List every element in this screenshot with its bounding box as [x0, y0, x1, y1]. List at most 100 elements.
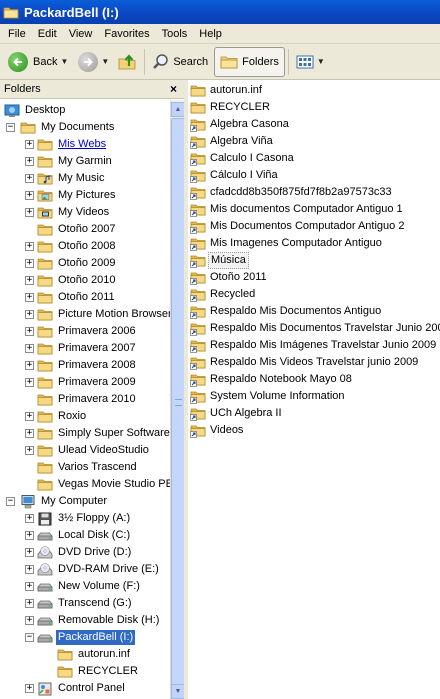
tree-item[interactable]: Otoño 2009 — [37, 255, 118, 272]
file-list-item[interactable]: Respaldo Mis Imágenes Travelstar Junio 2… — [190, 337, 438, 354]
expand-icon[interactable]: + — [25, 310, 34, 319]
expand-icon[interactable]: + — [25, 259, 34, 268]
expand-icon[interactable]: + — [25, 514, 34, 523]
tree-item[interactable]: My Documents — [20, 119, 116, 136]
back-button[interactable]: Back ▼ — [4, 47, 72, 77]
views-dropdown-icon[interactable]: ▼ — [317, 57, 325, 66]
file-list-item[interactable]: Mis Documentos Computador Antiguo 2 — [190, 218, 406, 235]
expand-icon[interactable]: + — [25, 616, 34, 625]
tree-item[interactable]: Otoño 2007 — [37, 221, 118, 238]
expand-icon[interactable]: + — [25, 565, 34, 574]
menu-file[interactable]: File — [0, 24, 32, 44]
tree-item[interactable]: My Pictures — [37, 187, 117, 204]
tree-item[interactable]: PackardBell (I:) — [37, 629, 136, 646]
forward-button[interactable]: ▼ — [74, 47, 113, 77]
collapse-icon[interactable]: − — [6, 123, 15, 132]
file-list-item[interactable]: Algebra Casona — [190, 116, 291, 133]
menu-favorites[interactable]: Favorites — [98, 24, 155, 44]
tree-item[interactable]: Primavera 2008 — [37, 357, 138, 374]
tree-item[interactable]: Primavera 2007 — [37, 340, 138, 357]
tree-item[interactable]: Primavera 2006 — [37, 323, 138, 340]
folders-button[interactable]: Folders — [214, 46, 285, 77]
views-button[interactable]: ▼ — [292, 47, 329, 77]
file-list-item[interactable]: Mis documentos Computador Antiguo 1 — [190, 201, 405, 218]
file-list-item[interactable]: Videos — [190, 422, 245, 439]
expand-icon[interactable]: + — [25, 140, 34, 149]
tree-item[interactable]: Otoño 2008 — [37, 238, 118, 255]
expand-icon[interactable]: + — [25, 174, 34, 183]
collapse-icon[interactable]: − — [6, 497, 15, 506]
up-folder-button[interactable] — [113, 47, 141, 77]
file-list-item[interactable]: Cálculo I Viña — [190, 167, 280, 184]
tree-item[interactable]: Otoño 2010 — [37, 272, 118, 289]
expand-icon[interactable]: + — [25, 429, 34, 438]
search-button[interactable]: Search — [148, 47, 212, 77]
tree-item[interactable]: My Videos — [37, 204, 111, 221]
close-icon[interactable]: × — [169, 82, 178, 96]
expand-icon[interactable]: + — [25, 344, 34, 353]
expand-icon[interactable]: + — [25, 293, 34, 302]
tree-item[interactable]: Primavera 2010 — [37, 391, 138, 408]
tree-item[interactable]: Roxio — [37, 408, 88, 425]
tree-item[interactable]: New Volume (F:) — [37, 578, 142, 595]
file-list-item[interactable]: autorun.inf — [190, 82, 264, 99]
expand-icon[interactable]: + — [25, 412, 34, 421]
file-list-item[interactable]: RECYCLER — [190, 99, 272, 116]
expand-icon[interactable]: + — [25, 446, 34, 455]
file-list-item[interactable]: Respaldo Notebook Mayo 08 — [190, 371, 354, 388]
tree-scrollbar[interactable]: ▲ ▼ — [170, 100, 185, 699]
scroll-thumb[interactable] — [171, 118, 185, 688]
tree-item[interactable]: Simply Super Software — [37, 425, 170, 442]
tree-item[interactable]: RECYCLER — [57, 663, 140, 680]
expand-icon[interactable]: + — [25, 548, 34, 557]
tree-item[interactable]: Picture Motion Browser — [37, 306, 170, 323]
file-list-item[interactable]: cfadcdd8b350f875fd7f8b2a97573c33 — [190, 184, 394, 201]
expand-icon[interactable]: + — [25, 361, 34, 370]
scroll-up-arrow-icon[interactable]: ▲ — [171, 102, 185, 117]
tree-item[interactable]: My Computer — [20, 493, 109, 510]
expand-icon[interactable]: + — [25, 378, 34, 387]
forward-dropdown-icon[interactable]: ▼ — [101, 57, 109, 66]
expand-icon[interactable]: + — [25, 276, 34, 285]
menu-edit[interactable]: Edit — [32, 24, 63, 44]
tree-item[interactable]: Transcend (G:) — [37, 595, 134, 612]
file-list-item[interactable]: Otoño 2011 — [190, 269, 269, 286]
scroll-down-arrow-icon[interactable]: ▼ — [171, 684, 185, 699]
menu-help[interactable]: Help — [193, 24, 228, 44]
expand-icon[interactable]: + — [25, 327, 34, 336]
tree-item[interactable]: 3½ Floppy (A:) — [37, 510, 132, 527]
file-list-item[interactable]: Respaldo Mis Videos Travelstar junio 200… — [190, 354, 420, 371]
file-list-item[interactable]: System Volume Information — [190, 388, 347, 405]
expand-icon[interactable]: + — [25, 157, 34, 166]
tree-item[interactable]: Control Panel — [37, 680, 127, 697]
back-dropdown-icon[interactable]: ▼ — [60, 57, 68, 66]
expand-icon[interactable]: + — [25, 242, 34, 251]
tree-item[interactable]: Vegas Movie Studio PE — [37, 476, 170, 493]
expand-icon[interactable]: + — [25, 531, 34, 540]
expand-icon[interactable]: + — [25, 191, 34, 200]
tree-item[interactable]: DVD-RAM Drive (E:) — [37, 561, 161, 578]
file-list-item[interactable]: Calculo I Casona — [190, 150, 296, 167]
tree-item[interactable]: Varios Trascend — [37, 459, 139, 476]
collapse-icon[interactable]: − — [25, 633, 34, 642]
tree-item[interactable]: Local Disk (C:) — [37, 527, 132, 544]
tree-item[interactable]: Ulead VideoStudio — [37, 442, 151, 459]
tree-item[interactable]: Removable Disk (H:) — [37, 612, 161, 629]
expand-icon[interactable]: + — [25, 684, 34, 693]
tree-item[interactable]: Mis Webs — [37, 136, 108, 153]
expand-icon[interactable]: + — [25, 582, 34, 591]
file-list-item[interactable]: Respaldo Mis Documentos Travelstar Junio… — [190, 320, 440, 337]
tree-item[interactable]: Otoño 2011 — [37, 289, 117, 306]
menu-view[interactable]: View — [63, 24, 99, 44]
file-list-item[interactable]: Música — [190, 252, 249, 269]
file-list-item[interactable]: Respaldo Mis Documentos Antiguo — [190, 303, 383, 320]
tree-item[interactable]: autorun.inf — [57, 646, 132, 663]
tree-item[interactable]: DVD Drive (D:) — [37, 544, 133, 561]
menu-tools[interactable]: Tools — [156, 24, 194, 44]
file-list-item[interactable]: UCh Algebra II — [190, 405, 284, 422]
tree-item[interactable]: Desktop — [4, 102, 67, 119]
expand-icon[interactable]: + — [25, 599, 34, 608]
title-bar[interactable]: PackardBell (I:) — [0, 0, 440, 24]
file-list-item[interactable]: Mis Imagenes Computador Antiguo — [190, 235, 384, 252]
file-list-item[interactable]: Algebra Viña — [190, 133, 275, 150]
